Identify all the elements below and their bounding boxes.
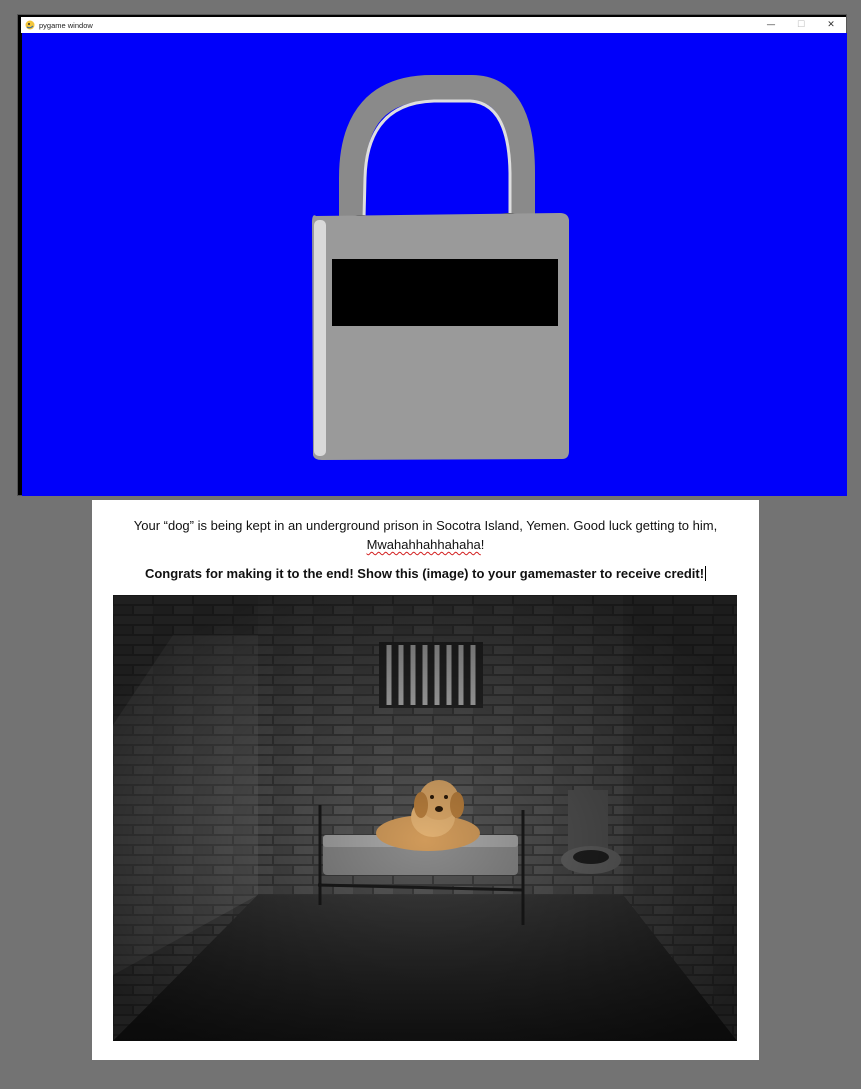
game-canvas[interactable] <box>22 33 847 496</box>
padlock-icon <box>312 75 569 460</box>
close-button[interactable]: ✕ <box>816 17 846 33</box>
lock-shackle <box>339 75 535 225</box>
window-title: pygame window <box>39 20 93 30</box>
lock-body-highlight <box>314 220 326 456</box>
window-titlebar[interactable]: pygame window — ☐ ✕ <box>21 17 846 33</box>
story-text-main: Your “dog” is being kept in an undergrou… <box>133 518 718 533</box>
story-text-end: ! <box>480 537 485 552</box>
lock-shackle-highlight <box>362 99 512 219</box>
minimize-button[interactable]: — <box>756 17 786 33</box>
pygame-snake-icon <box>25 20 35 30</box>
story-text: Your “dog” is being kept in an undergrou… <box>112 516 739 554</box>
lock-body <box>312 213 569 460</box>
window-controls: — ☐ ✕ <box>756 17 846 33</box>
misspelled-word: Mwahahhahhahaha <box>366 537 481 552</box>
maximize-button[interactable]: ☐ <box>786 17 816 33</box>
document-page: Your “dog” is being kept in an undergrou… <box>92 500 759 1060</box>
vignette <box>113 595 737 1041</box>
text-cursor <box>705 566 707 581</box>
congrats-text-main: Congrats for making it to the end! Show … <box>144 566 705 581</box>
prison-cell-dog-image <box>113 595 737 1041</box>
lock-display-screen <box>332 259 558 326</box>
pygame-window: pygame window — ☐ ✕ <box>17 14 847 496</box>
congrats-text: Congrats for making it to the end! Show … <box>112 565 739 583</box>
